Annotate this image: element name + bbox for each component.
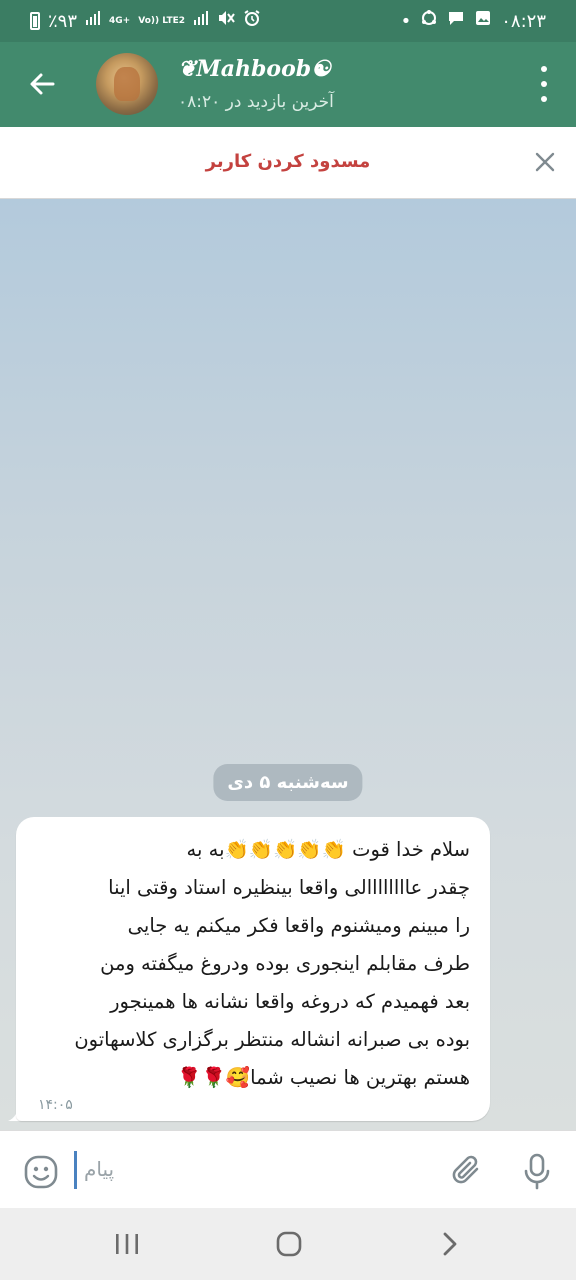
chat-bubble-icon: [447, 9, 465, 33]
message-input-bar: پیام: [0, 1130, 576, 1208]
status-time: ۰۸:۲۳: [501, 10, 546, 32]
recents-icon: [116, 1234, 138, 1254]
close-icon: [535, 152, 555, 172]
attach-button[interactable]: [448, 1151, 488, 1191]
date-separator: سه‌شنبه ۵ دی: [213, 764, 363, 801]
mic-icon: [524, 1153, 550, 1190]
home-button[interactable]: [276, 1231, 302, 1257]
nav-back-button[interactable]: [440, 1231, 460, 1257]
battery-percent: ٪۹۳: [48, 10, 78, 32]
more-vert-icon-dot: [541, 66, 547, 72]
input-placeholder: پیام: [84, 1157, 115, 1181]
message-bubble[interactable]: سلام خدا قوت 👏👏👏👏👏به به چقدر عاااااااالی…: [16, 817, 490, 1121]
chevron-left-icon: [443, 1232, 457, 1256]
battery-icon: [30, 12, 40, 30]
mic-button[interactable]: [518, 1151, 556, 1191]
emoji-icon: [24, 1155, 58, 1189]
status-left: ٪۹۳ 4G+ Vo)) LTE2: [30, 9, 261, 33]
gallery-icon: [474, 9, 492, 33]
close-block-bar-button[interactable]: [532, 149, 558, 175]
sync-icon: [420, 9, 438, 33]
volte-label: Vo)) LTE2: [138, 15, 186, 26]
back-button[interactable]: [22, 64, 62, 104]
block-user-button[interactable]: مسدود کردن کاربر: [0, 151, 576, 172]
last-seen-status: آخرین بازدید در ۰۸:۲۰: [178, 92, 334, 112]
chat-header: ❦𝑴𝒂𝒉𝒃𝒐𝒐𝒃☯ آخرین بازدید در ۰۸:۲۰: [0, 42, 576, 127]
message-text: سلام خدا قوت 👏👏👏👏👏به به چقدر عاااااااالی…: [74, 838, 470, 1089]
recents-button[interactable]: [113, 1232, 141, 1256]
emoji-button[interactable]: [22, 1153, 60, 1191]
more-menu-button[interactable]: [538, 66, 550, 102]
status-bar: ٪۹۳ 4G+ Vo)) LTE2 • ۰۸:۲۳: [0, 0, 576, 42]
mute-icon: [217, 9, 235, 33]
home-icon: [276, 1231, 302, 1257]
avatar[interactable]: [96, 53, 158, 115]
block-user-bar: مسدود کردن کاربر: [0, 127, 576, 199]
signal-2-icon: [193, 10, 209, 32]
arrow-left-icon: [30, 73, 55, 95]
contact-name[interactable]: ❦𝑴𝒂𝒉𝒃𝒐𝒐𝒃☯: [178, 56, 331, 82]
message-time: ۱۴:۰۵: [38, 1097, 73, 1113]
network-type: 4G+: [109, 15, 131, 26]
signal-icon: [85, 10, 101, 32]
alarm-icon: [243, 9, 261, 33]
avatar-figure: [114, 67, 140, 101]
more-vert-icon-dot: [541, 96, 547, 102]
notification-dot: •: [400, 10, 412, 32]
more-vert-icon-dot: [541, 81, 547, 87]
chat-area[interactable]: سه‌شنبه ۵ دی سلام خدا قوت 👏👏👏👏👏به به چقد…: [0, 199, 576, 1130]
system-nav-bar: [0, 1208, 576, 1280]
status-right: • ۰۸:۲۳: [401, 9, 546, 33]
text-cursor: [74, 1151, 77, 1189]
paperclip-icon: [452, 1155, 479, 1184]
